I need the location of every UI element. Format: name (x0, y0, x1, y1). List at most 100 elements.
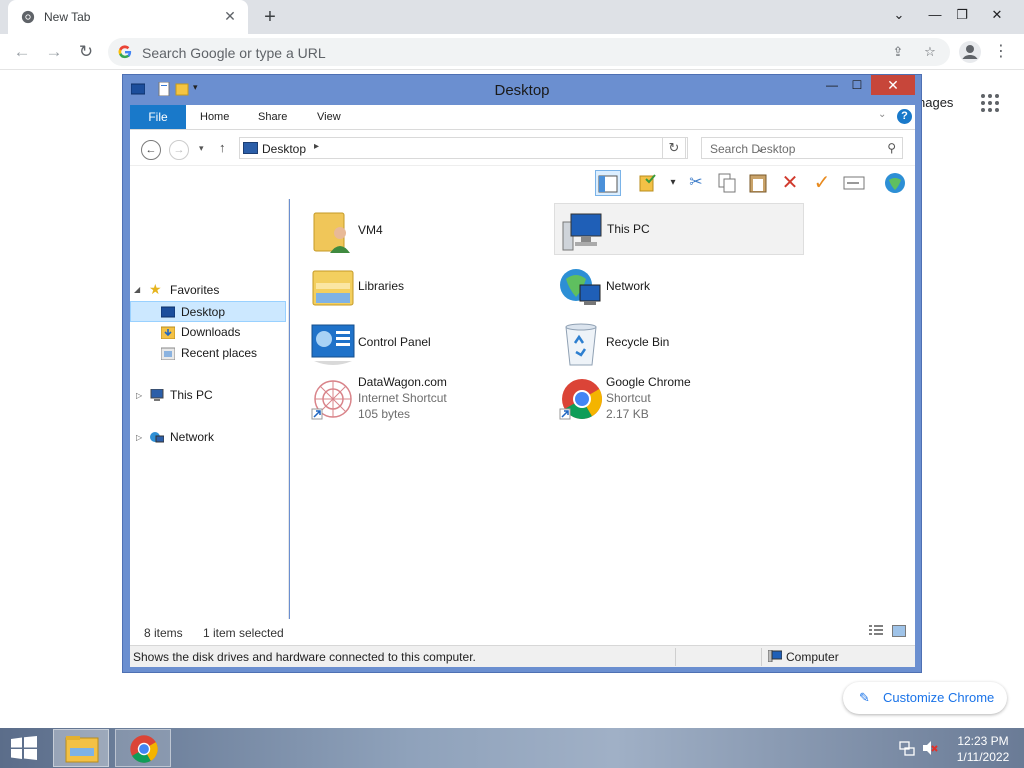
tab-search-icon[interactable]: ⌄ (884, 2, 914, 28)
back-icon[interactable]: ← (10, 40, 34, 64)
favorites-collapse-icon[interactable]: ◢ (134, 285, 140, 294)
chrome-menu-icon[interactable]: ⋮ (993, 42, 1009, 62)
nav-network-label: Network (170, 430, 215, 444)
tab-share[interactable]: Share (258, 105, 287, 129)
explorer-close-button[interactable]: ✕ (871, 75, 915, 95)
item-recycle-bin[interactable]: Recycle Bin (554, 317, 804, 369)
control-panel-icon (311, 324, 355, 365)
recent-places-icon (161, 347, 175, 360)
network-globe-icon[interactable] (882, 170, 908, 196)
network-icon (150, 432, 164, 443)
search-desktop-input[interactable]: Search Desktop ⚲ (701, 137, 903, 159)
rename-icon[interactable] (841, 170, 867, 196)
clock-time: 12:23 PM (957, 734, 1009, 748)
up-arrow-icon[interactable]: ↑ (219, 140, 226, 155)
explorer-maximize-button[interactable]: ☐ (845, 75, 869, 95)
nav-downloads-label: Downloads (181, 325, 241, 339)
nav-desktop[interactable]: Desktop (130, 301, 286, 322)
clock-date: 1/11/2022 (956, 750, 1010, 764)
ntp-images-link[interactable]: nages (918, 95, 953, 110)
item-name: Network (606, 279, 651, 293)
nav-favorites[interactable]: ★ Favorites (144, 280, 284, 301)
minimize-button[interactable]: — (920, 2, 950, 28)
chrome-shortcut-icon (559, 379, 602, 420)
explorer-back-icon[interactable]: ← (141, 140, 161, 160)
item-network[interactable]: Network (554, 261, 804, 313)
properties-check-icon[interactable] (635, 170, 661, 196)
close-window-button[interactable]: ✕ (982, 2, 1012, 28)
explorer-minimize-button[interactable]: — (817, 75, 847, 95)
nav-network[interactable]: Network (144, 427, 284, 448)
nav-recent-places[interactable]: Recent places (130, 343, 286, 364)
system-clock[interactable]: 12:23 PM 1/11/2022 (948, 733, 1018, 765)
copy-icon[interactable] (714, 170, 740, 196)
desktop-icon (161, 306, 175, 318)
address-row: ← → ▾ ↑ Desktop ▸ ⌄ ↻ Search Desktop ⚲ (130, 129, 915, 165)
item-name: Control Panel (358, 335, 431, 349)
item-libraries[interactable]: Libraries (306, 261, 556, 313)
item-this-pc[interactable]: This PC (554, 203, 804, 255)
details-view-icon[interactable] (869, 625, 883, 637)
forward-icon[interactable]: → (42, 40, 66, 64)
bookmark-star-icon[interactable]: ☆ (922, 44, 938, 60)
customize-chrome-button[interactable]: ✎ Customize Chrome (843, 682, 1007, 714)
check-icon[interactable]: ✓ (809, 170, 835, 196)
item-vm4[interactable]: VM4 (306, 205, 556, 257)
command-bar: ▾ ✂ ✕ ✓ (130, 165, 915, 199)
cut-icon[interactable]: ✂ (683, 170, 709, 196)
tab-file[interactable]: File (130, 105, 186, 129)
explorer-forward-icon[interactable]: → (169, 140, 189, 160)
breadcrumb-chevron-icon[interactable]: ▸ (314, 141, 319, 152)
item-google-chrome[interactable]: Google Chrome Shortcut 2.17 KB (554, 373, 804, 425)
item-size: 105 bytes (358, 407, 411, 421)
large-icons-view-icon[interactable] (892, 625, 906, 637)
tab-close-icon[interactable]: ✕ (222, 8, 238, 24)
item-name: Google Chrome (606, 375, 691, 389)
reload-icon[interactable]: ↻ (74, 40, 98, 64)
nav-this-pc[interactable]: This PC (144, 385, 284, 406)
help-icon[interactable]: ? (897, 109, 912, 124)
refresh-icon[interactable]: ↻ (662, 137, 686, 159)
chrome-toolbar: ← → ↻ Search Google or type a URL ⇪ ☆ ⋮ (0, 34, 1024, 70)
taskbar-chrome[interactable] (115, 729, 171, 767)
customize-chrome-label: Customize Chrome (883, 690, 995, 705)
nav-recent-label: Recent places (181, 346, 258, 360)
item-datawagon[interactable]: DataWagon.com Internet Shortcut 105 byte… (306, 373, 556, 425)
pencil-icon: ✎ (859, 690, 870, 705)
network-expand-icon[interactable]: ▷ (136, 433, 142, 442)
chrome-favicon-icon (21, 10, 35, 24)
restore-button[interactable]: ❐ (947, 2, 977, 28)
item-control-panel[interactable]: Control Panel (306, 317, 556, 369)
address-bar[interactable]: Desktop ▸ ⌄ (239, 137, 765, 159)
omnibox[interactable]: Search Google or type a URL ⇪ ☆ (108, 38, 950, 66)
explorer-titlebar[interactable]: ▾ Desktop — ☐ ✕ (123, 75, 921, 105)
delete-icon[interactable]: ✕ (777, 170, 803, 196)
nav-downloads[interactable]: Downloads (130, 322, 286, 343)
tab-home[interactable]: Home (200, 105, 229, 129)
share-icon[interactable]: ⇪ (890, 44, 906, 60)
explorer-window: ▾ Desktop — ☐ ✕ File Home Share View ⌄ ?… (122, 74, 922, 673)
windows-start-icon[interactable] (10, 736, 38, 760)
network-tray-icon[interactable] (899, 740, 915, 756)
this-pc-icon (150, 389, 164, 401)
item-name: VM4 (358, 223, 383, 237)
omnibox-placeholder: Search Google or type a URL (142, 45, 326, 61)
recent-locations-icon[interactable]: ▾ (199, 143, 204, 154)
item-status-row: 8 items 1 item selected (130, 619, 915, 645)
google-apps-icon[interactable] (981, 94, 999, 112)
tab-new-tab[interactable]: New Tab ✕ (8, 0, 248, 34)
tab-title: New Tab (44, 10, 91, 24)
user-folder-icon (313, 212, 350, 253)
taskbar-file-explorer[interactable] (53, 729, 109, 767)
tab-view[interactable]: View (317, 105, 341, 129)
item-count: 8 items (144, 626, 183, 640)
this-pc-expand-icon[interactable]: ▷ (136, 391, 142, 400)
paste-icon[interactable] (745, 170, 771, 196)
volume-muted-icon[interactable] (922, 740, 938, 756)
navigation-pane-toggle-icon[interactable] (595, 170, 621, 196)
profile-avatar-icon[interactable] (958, 40, 982, 64)
expand-ribbon-icon[interactable]: ⌄ (878, 109, 886, 120)
item-name: This PC (607, 222, 650, 236)
new-tab-button[interactable]: + (259, 6, 281, 28)
computer-status-icon (768, 650, 782, 662)
